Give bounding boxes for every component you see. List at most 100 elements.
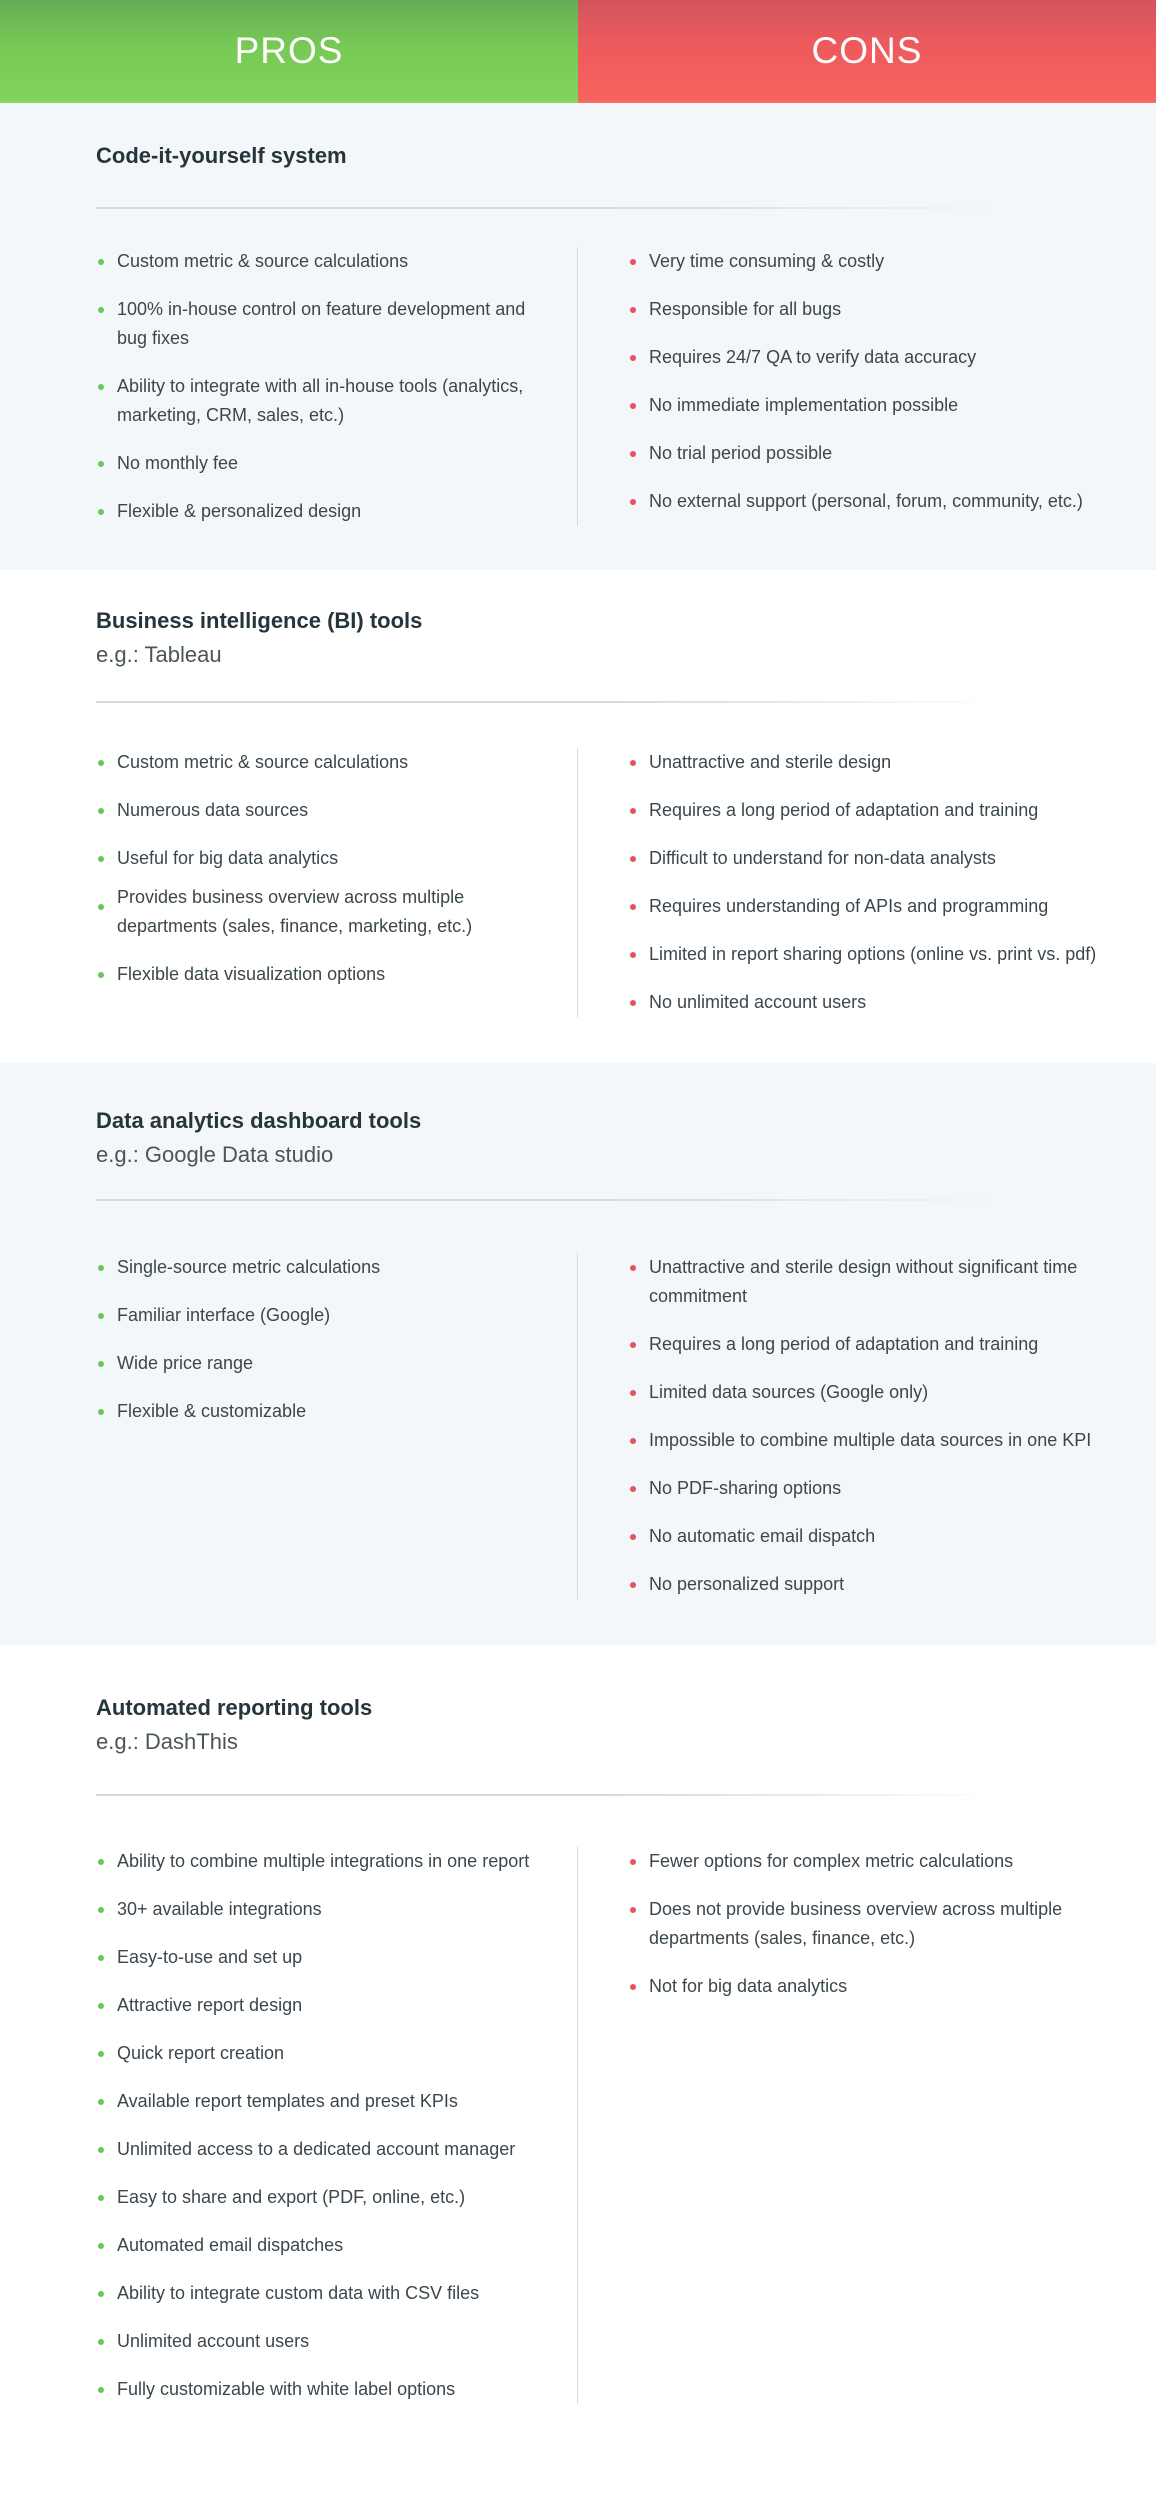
section-title: Data analytics dashboard tools <box>96 1108 422 1133</box>
green-bullet-icon <box>98 760 104 766</box>
pro-item: Attractive report design <box>96 1991 557 2020</box>
con-item: Requires a long period of adaptation and… <box>628 796 1136 825</box>
item-text: 30+ available integrations <box>117 1899 322 1919</box>
red-bullet-icon <box>630 952 636 958</box>
pro-item: Easy-to-use and set up <box>96 1943 557 1972</box>
con-item: Unattractive and sterile design <box>628 748 1136 777</box>
item-text: Custom metric & source calculations <box>117 752 409 772</box>
con-item: No unlimited account users <box>628 988 1136 1017</box>
item-text: Limited data sources (Google only) <box>649 1382 929 1402</box>
pro-item: No monthly fee <box>96 449 557 478</box>
pro-item: Familiar interface (Google) <box>96 1301 557 1330</box>
green-bullet-icon <box>98 2387 104 2393</box>
red-bullet-icon <box>630 259 636 265</box>
red-bullet-icon <box>630 403 636 409</box>
pro-item: 30+ available integrations <box>96 1895 557 1924</box>
item-text: Single-source metric calculations <box>117 1257 381 1277</box>
pro-item: Numerous data sources <box>96 796 557 825</box>
con-item: Unattractive and sterile design without … <box>628 1253 1136 1311</box>
green-bullet-icon <box>98 2291 104 2297</box>
cons-list: Unattractive and sterile design Requires … <box>628 748 1136 1017</box>
item-text: Does not provide business overview acros… <box>649 1899 1063 1948</box>
green-bullet-icon <box>98 808 104 814</box>
pros-cons-columns: Single-source metric calculations Familia… <box>0 1253 1156 1599</box>
section-automated-reporting: Automated reporting tools e.g.: DashThis… <box>0 1645 1156 2500</box>
red-bullet-icon <box>630 1486 636 1492</box>
item-text: Ability to combine multiple integrations… <box>117 1851 530 1871</box>
pro-item: Quick report creation <box>96 2039 557 2068</box>
green-bullet-icon <box>98 2147 104 2153</box>
pro-item: Provides business overview across multip… <box>96 883 557 941</box>
pros-cons-columns: Custom metric & source calculations 100% … <box>0 247 1156 526</box>
green-bullet-icon <box>98 461 104 467</box>
con-item: Requires understanding of APIs and progr… <box>628 892 1136 921</box>
cons-column: Unattractive and sterile design Requires … <box>578 748 1156 1017</box>
green-bullet-icon <box>98 2195 104 2201</box>
red-bullet-icon <box>630 1907 636 1913</box>
green-bullet-icon <box>98 384 104 390</box>
section-subtitle: e.g.: DashThis <box>96 1729 238 1754</box>
item-text: Useful for big data analytics <box>117 848 339 868</box>
pro-item: Custom metric & source calculations <box>96 247 557 276</box>
item-text: Flexible & personalized design <box>117 501 362 521</box>
red-bullet-icon <box>630 307 636 313</box>
green-bullet-icon <box>98 259 104 265</box>
pro-item: Flexible & personalized design <box>96 497 557 526</box>
item-text: Requires 24/7 QA to verify data accuracy <box>649 347 977 367</box>
section-divider <box>96 1794 1000 1796</box>
item-text: Unattractive and sterile design <box>649 752 892 772</box>
item-text: Available report templates and preset KP… <box>117 2091 458 2111</box>
green-bullet-icon <box>98 2339 104 2345</box>
red-bullet-icon <box>630 1342 636 1348</box>
con-item: Requires 24/7 QA to verify data accuracy <box>628 343 1136 372</box>
con-item: Difficult to understand for non-data ana… <box>628 844 1136 873</box>
item-text: No PDF-sharing options <box>649 1478 842 1498</box>
item-text: Impossible to combine multiple data sour… <box>649 1430 1092 1450</box>
green-bullet-icon <box>98 1409 104 1415</box>
section-bi-tools: Business intelligence (BI) tools e.g.: T… <box>0 570 1156 1063</box>
red-bullet-icon <box>630 1438 636 1444</box>
item-text: Requires a long period of adaptation and… <box>649 800 1039 820</box>
item-text: Automated email dispatches <box>117 2235 344 2255</box>
cons-header-label: CONS <box>811 29 923 71</box>
pros-cons-columns: Custom metric & source calculations Numer… <box>0 748 1156 1017</box>
pro-item: Available report templates and preset KP… <box>96 2087 557 2116</box>
pro-item: Flexible data visualization options <box>96 960 557 989</box>
pros-cons-columns: Ability to combine multiple integrations… <box>0 1847 1156 2404</box>
cons-list: Unattractive and sterile design without … <box>628 1253 1136 1599</box>
red-bullet-icon <box>630 499 636 505</box>
red-bullet-icon <box>630 1390 636 1396</box>
item-text: No immediate implementation possible <box>649 395 959 415</box>
con-item: Fewer options for complex metric calcula… <box>628 1847 1136 1876</box>
red-bullet-icon <box>630 1859 636 1865</box>
green-bullet-icon <box>98 904 104 910</box>
section-code-it-yourself: Code-it-yourself system Custom metric & … <box>0 103 1156 570</box>
red-bullet-icon <box>630 1000 636 1006</box>
con-item: Requires a long period of adaptation and… <box>628 1330 1136 1359</box>
pro-item: Ability to combine multiple integrations… <box>96 1847 557 1876</box>
item-text: Fully customizable with white label opti… <box>117 2379 456 2399</box>
pro-item: Fully customizable with white label opti… <box>96 2375 557 2404</box>
cons-list: Very time consuming & costly Responsible … <box>628 247 1136 516</box>
pro-item: Easy to share and export (PDF, online, e… <box>96 2183 557 2212</box>
green-bullet-icon <box>98 2243 104 2249</box>
green-bullet-icon <box>98 1859 104 1865</box>
item-text: Attractive report design <box>117 1995 303 2015</box>
item-text: Difficult to understand for non-data ana… <box>649 848 996 868</box>
pro-item: Ability to integrate with all in-house t… <box>96 372 557 430</box>
con-item: Limited in report sharing options (onlin… <box>628 940 1136 969</box>
section-subtitle: e.g.: Google Data studio <box>96 1142 334 1167</box>
con-item: No trial period possible <box>628 439 1136 468</box>
cons-header: CONS <box>578 0 1156 103</box>
item-text: Very time consuming & costly <box>649 251 885 271</box>
pros-cons-header: PROS CONS <box>0 0 1156 103</box>
pro-item: Ability to integrate custom data with CS… <box>96 2279 557 2308</box>
pro-item: Flexible & customizable <box>96 1397 557 1426</box>
green-bullet-icon <box>98 972 104 978</box>
pros-column: Ability to combine multiple integrations… <box>0 1847 578 2404</box>
pro-item: Custom metric & source calculations <box>96 748 557 777</box>
section-heading: Business intelligence (BI) tools e.g.: T… <box>96 606 1156 670</box>
con-item: Does not provide business overview acros… <box>628 1895 1136 1953</box>
pro-item: Wide price range <box>96 1349 557 1378</box>
pros-list: Custom metric & source calculations Numer… <box>96 748 557 989</box>
